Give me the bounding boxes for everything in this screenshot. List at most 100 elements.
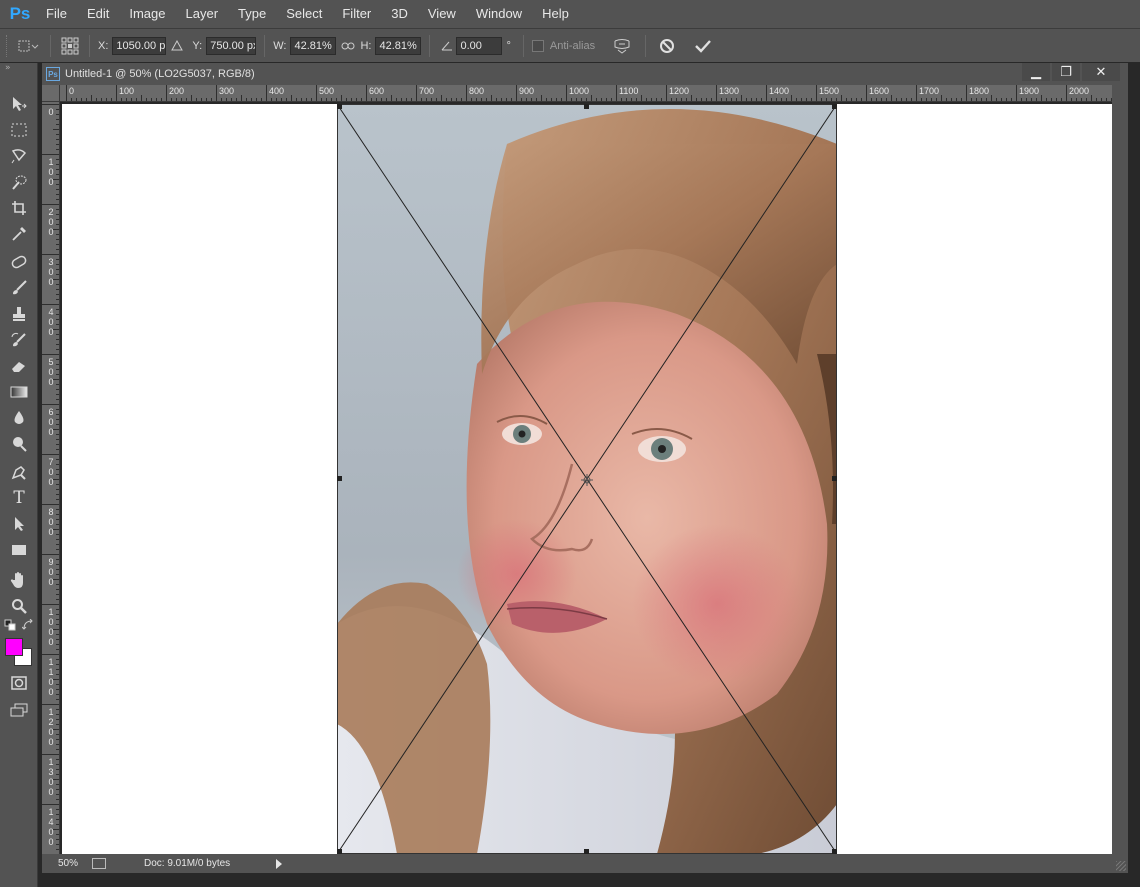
transform-handle-left[interactable]	[337, 476, 342, 481]
transform-handle-top-left[interactable]	[337, 104, 342, 109]
menu-help[interactable]: Help	[532, 0, 579, 28]
width-field[interactable]: 42.81%	[290, 36, 337, 55]
ruler-v-minor-tick	[56, 189, 59, 190]
menu-filter[interactable]: Filter	[332, 0, 381, 28]
ruler-h-tick	[1066, 85, 1067, 101]
transform-handle-top[interactable]	[584, 104, 589, 109]
zoom-tool-icon[interactable]	[8, 595, 30, 617]
default-colors-icon[interactable]	[4, 619, 16, 631]
rotate-angle-field[interactable]: 0.00	[456, 36, 503, 55]
share-icon[interactable]	[92, 858, 106, 869]
status-bar: 50% Doc: 9.01M/0 bytes	[42, 854, 1128, 873]
ruler-h-minor-tick	[731, 98, 732, 101]
crop-tool-icon[interactable]	[8, 197, 30, 219]
type-tool-icon[interactable]: T	[8, 487, 30, 509]
close-button[interactable]: ✕	[1082, 63, 1120, 81]
horizontal-ruler[interactable]: 0 100 200 300 400 500 600 700 800 900 1000 1100 1200…	[60, 85, 1112, 102]
x-position-field[interactable]: 1050.00 p:	[112, 36, 167, 55]
ruler-h-minor-tick	[351, 98, 352, 101]
ruler-v-minor-tick	[56, 784, 59, 785]
ruler-v-minor-tick	[56, 294, 59, 295]
ruler-h-minor-tick	[581, 98, 582, 101]
ruler-h-minor-tick	[946, 98, 947, 101]
canvas-area[interactable]	[60, 102, 1112, 854]
ruler-v-minor-tick	[56, 384, 59, 385]
path-select-icon[interactable]	[8, 513, 30, 535]
history-brush-icon[interactable]	[8, 329, 30, 351]
menu-edit[interactable]: Edit	[77, 0, 119, 28]
brush-tool-icon[interactable]	[8, 277, 30, 299]
maximize-button[interactable]: ❐	[1052, 63, 1080, 81]
clone-stamp-icon[interactable]	[8, 303, 30, 325]
cancel-transform-icon[interactable]	[654, 38, 680, 54]
ruler-v-minor-tick	[56, 534, 59, 535]
status-menu-arrow-icon[interactable]	[276, 858, 282, 869]
ruler-h-minor-tick	[206, 98, 207, 101]
placed-photo[interactable]	[337, 104, 837, 854]
y-position-field[interactable]: 750.00 px	[206, 36, 257, 55]
warp-mode-icon[interactable]	[607, 38, 637, 54]
transform-tool-preset-icon[interactable]	[14, 38, 42, 54]
document-canvas[interactable]	[62, 104, 1112, 854]
eyedropper-tool-icon[interactable]	[8, 223, 30, 245]
vertical-scrollbar[interactable]	[1112, 85, 1128, 854]
pen-tool-icon[interactable]	[8, 461, 30, 483]
marquee-tool-icon[interactable]	[8, 119, 30, 141]
ruler-h-minor-tick	[91, 95, 92, 101]
zoom-level[interactable]: 50%	[42, 858, 92, 869]
link-aspect-ratio-icon[interactable]	[336, 42, 360, 50]
screen-mode-icon[interactable]	[8, 699, 30, 721]
ruler-v-minor-tick	[56, 744, 59, 745]
foreground-color-swatch[interactable]	[5, 638, 23, 656]
menu-3d[interactable]: 3D	[381, 0, 418, 28]
transform-handle-right[interactable]	[832, 476, 837, 481]
document-tab[interactable]: Ps Untitled-1 @ 50% (LO2G5037, RGB/8) ▁ …	[42, 63, 1128, 85]
dodge-tool-icon[interactable]	[8, 433, 30, 455]
quick-mask-icon[interactable]	[8, 672, 30, 694]
minimize-button[interactable]: ▁	[1022, 63, 1050, 81]
reference-point-icon[interactable]	[59, 37, 81, 55]
commit-transform-icon[interactable]	[688, 39, 718, 53]
relative-position-icon[interactable]	[166, 40, 188, 51]
options-bar-grip[interactable]	[6, 34, 14, 57]
healing-brush-icon[interactable]	[8, 251, 30, 273]
rectangle-tool-icon[interactable]	[8, 539, 30, 561]
menu-select[interactable]: Select	[276, 0, 332, 28]
menu-file[interactable]: File	[36, 0, 77, 28]
lasso-tool-icon[interactable]	[8, 145, 30, 167]
ruler-v-minor-tick	[56, 264, 59, 265]
ruler-h-minor-tick	[681, 98, 682, 101]
ruler-v-minor-tick	[56, 214, 59, 215]
ruler-v-minor-tick	[56, 594, 59, 595]
transform-handle-top-right[interactable]	[832, 104, 837, 109]
eraser-tool-icon[interactable]	[8, 355, 30, 377]
ruler-h-minor-tick	[541, 95, 542, 101]
anti-alias-checkbox[interactable]	[531, 39, 544, 52]
hand-tool-icon[interactable]	[8, 569, 30, 591]
quick-select-tool-icon[interactable]	[8, 171, 30, 193]
ruler-h-minor-tick	[856, 98, 857, 101]
ruler-origin[interactable]	[42, 85, 60, 102]
ruler-h-minor-tick	[801, 98, 802, 101]
ruler-h-minor-tick	[596, 98, 597, 101]
menu-window[interactable]: Window	[466, 0, 532, 28]
menu-layer[interactable]: Layer	[176, 0, 229, 28]
move-tool-icon[interactable]	[8, 93, 30, 115]
tools-collapse-icon[interactable]: »	[0, 63, 37, 79]
document-window: Ps Untitled-1 @ 50% (LO2G5037, RGB/8) ▁ …	[42, 63, 1128, 873]
menu-view[interactable]: View	[418, 0, 466, 28]
resize-grip-icon[interactable]	[1116, 861, 1126, 871]
swap-colors-icon[interactable]	[21, 618, 34, 631]
menu-image[interactable]: Image	[119, 0, 175, 28]
ruler-v-minor-tick	[56, 274, 59, 275]
vertical-ruler[interactable]: 0 100 200 300 400 500 600 700 800 900 1000 1100 1200…	[42, 102, 60, 854]
transform-center-point-icon[interactable]	[581, 474, 593, 486]
ruler-v-tick	[42, 254, 59, 255]
gradient-tool-icon[interactable]	[8, 381, 30, 403]
ruler-h-label: 1400	[769, 86, 790, 96]
ruler-h-minor-tick	[591, 95, 592, 101]
height-field[interactable]: 42.81%	[375, 36, 422, 55]
ruler-h-minor-tick	[686, 98, 687, 101]
menu-type[interactable]: Type	[228, 0, 276, 28]
blur-tool-icon[interactable]	[8, 407, 30, 429]
